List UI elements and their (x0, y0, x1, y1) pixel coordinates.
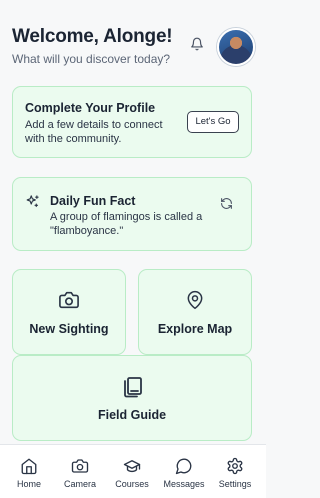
daily-fun-fact-card: Daily Fun Fact A group of flamingos is c… (12, 177, 252, 251)
field-guide-button[interactable]: Field Guide (12, 355, 252, 441)
page-subtitle: What will you discover today? (12, 52, 171, 66)
header: Welcome, Alonge! What will you discover … (12, 26, 255, 70)
bell-icon[interactable] (190, 36, 204, 52)
nav-item-camera[interactable]: Camera (54, 445, 106, 498)
new-sighting-label: New Sighting (29, 322, 109, 336)
complete-profile-card: Complete Your Profile Add a few details … (12, 86, 252, 158)
field-guide-label: Field Guide (97, 408, 167, 422)
nav-item-settings[interactable]: Settings (209, 445, 261, 498)
nav-item-courses[interactable]: Courses (106, 445, 158, 498)
graduation-cap-icon (123, 457, 141, 475)
bottom-nav: Home Camera Courses Messages Settings (0, 444, 266, 498)
book-icon (120, 375, 144, 399)
message-icon (175, 457, 193, 475)
fun-fact-text: A group of flamingos is called a "flambo… (50, 211, 203, 237)
home-icon (20, 457, 38, 475)
map-pin-icon (185, 289, 205, 311)
sparkle-icon (25, 194, 40, 209)
nav-item-messages[interactable]: Messages (158, 445, 210, 498)
camera-icon (58, 290, 80, 310)
explore-map-label: Explore Map (157, 322, 233, 336)
gear-icon (226, 457, 244, 475)
new-sighting-button[interactable]: New Sighting (12, 269, 126, 355)
profile-card-title: Complete Your Profile (25, 101, 156, 115)
fun-fact-title: Daily Fun Fact (50, 194, 136, 208)
avatar[interactable] (217, 28, 255, 66)
page-title: Welcome, Alonge! (12, 26, 173, 47)
nav-item-home[interactable]: Home (3, 445, 55, 498)
camera-icon (71, 457, 89, 475)
refresh-icon[interactable] (220, 197, 233, 210)
nav-label-settings: Settings (218, 479, 252, 489)
lets-go-button[interactable]: Let's Go (187, 111, 239, 133)
profile-card-description: Add a few details to connect with the co… (25, 119, 163, 145)
explore-map-button[interactable]: Explore Map (138, 269, 252, 355)
